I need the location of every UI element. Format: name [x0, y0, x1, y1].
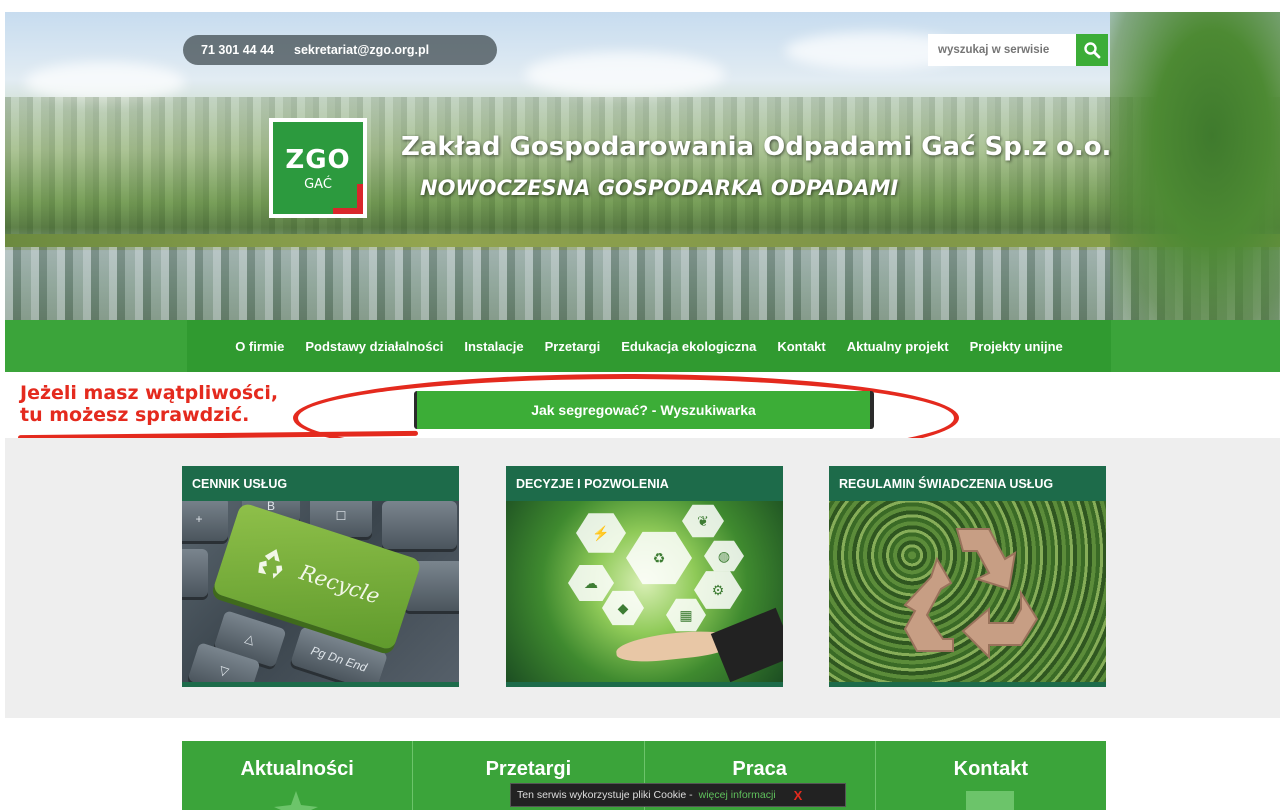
annotation-line-1: Jeżeli masz wątpliwości,	[20, 382, 279, 404]
cookie-notice: Ten serwis wykorzystuje pliki Cookie - w…	[510, 783, 846, 807]
gear-icon: ⚙	[694, 571, 742, 609]
keyboard-key	[382, 501, 457, 549]
recycle-icon	[258, 548, 283, 578]
site-logo[interactable]: ZGO GAĆ	[269, 118, 367, 218]
annotation-line-2: tu możesz sprawdzić.	[20, 404, 250, 426]
nav-item-instalacje[interactable]: Instalacje	[464, 339, 523, 354]
main-navigation: O firmie Podstawy działalności Instalacj…	[187, 320, 1111, 372]
tile-aktualnosci[interactable]: Aktualności	[182, 741, 414, 810]
lake-water	[5, 247, 1280, 320]
tile-kontakt[interactable]: Kontakt	[876, 741, 1106, 810]
nav-item-kontakt[interactable]: Kontakt	[777, 339, 825, 354]
nav-item-przetargi[interactable]: Przetargi	[545, 339, 601, 354]
card-title: DECYZJE I POZWOLENIA	[506, 466, 783, 501]
logo-mark: ZGO GAĆ	[273, 122, 363, 214]
card-footer-bar	[506, 682, 783, 687]
solar-panel-icon: ▦	[666, 598, 706, 632]
nav-item-podstawy-dzialalnosci[interactable]: Podstawy działalności	[305, 339, 443, 354]
recycle-icon	[903, 528, 1039, 660]
keyboard-recycle-image: + B ☐ △ ▽ Pg Dn End Recycle	[182, 501, 459, 682]
search-button[interactable]	[1076, 34, 1108, 66]
keyboard-key: +	[182, 501, 228, 541]
nav-item-o-firmie[interactable]: O firmie	[235, 339, 284, 354]
card-footer-bar	[829, 682, 1106, 687]
site-search	[928, 34, 1108, 66]
logo-red-corner	[333, 184, 363, 214]
recycle-key-label: Recycle	[296, 559, 383, 609]
cookie-text: Ten serwis wykorzystuje pliki Cookie -	[517, 789, 693, 801]
wind-turbine-icon: ⚡	[576, 513, 626, 553]
nav-item-aktualny-projekt[interactable]: Aktualny projekt	[847, 339, 949, 354]
main-navigation-bar: O firmie Podstawy działalności Instalacj…	[5, 320, 1280, 372]
water-drop-icon: ◆	[602, 590, 644, 626]
nav-item-edukacja-ekologiczna[interactable]: Edukacja ekologiczna	[621, 339, 756, 354]
page: 71 301 44 44 sekretariat@zgo.org.pl ZGO …	[0, 0, 1280, 810]
cloud-icon: ☁	[568, 565, 614, 601]
search-icon	[1084, 42, 1101, 59]
logo-subtext: GAĆ	[304, 176, 332, 192]
cookie-close-button[interactable]: X	[794, 788, 803, 803]
zgo-mini-logo	[965, 791, 1014, 810]
card-decyzje-i-pozwolenia[interactable]: DECYZJE I POZWOLENIA ⚡ ♻ ❦ ◍ ☁ ⚙ ◆ ▦	[506, 466, 783, 687]
treeline	[5, 97, 1280, 237]
foliage	[1110, 12, 1280, 320]
leaf-icon: ❦	[682, 504, 724, 538]
globe-icon: ◍	[704, 540, 744, 572]
annotation-note: Jeżeli masz wątpliwości, tu możesz spraw…	[20, 382, 278, 426]
site-title: Zakład Gospodarowania Odpadami Gać Sp.z …	[401, 132, 1112, 162]
email-address[interactable]: sekretariat@zgo.org.pl	[294, 43, 429, 57]
card-regulamin[interactable]: REGULAMIN ŚWIADCZENIA USŁUG	[829, 466, 1106, 687]
card-footer-bar	[182, 682, 459, 687]
cookie-more-info-link[interactable]: więcej informacji	[699, 789, 776, 801]
star-icon	[274, 791, 318, 810]
card-title: REGULAMIN ŚWIADCZENIA USŁUG	[829, 466, 1106, 501]
nav-item-projekty-unijne[interactable]: Projekty unijne	[970, 339, 1063, 354]
keyboard-key	[182, 549, 208, 597]
cloud	[525, 52, 725, 97]
search-input[interactable]	[928, 34, 1076, 66]
phone-number[interactable]: 71 301 44 44	[201, 43, 274, 57]
wooden-recycle-image	[829, 501, 1106, 682]
recycle-icon: ♻	[626, 531, 692, 585]
cloud	[25, 62, 185, 102]
suit-sleeve	[710, 607, 783, 682]
card-cennik-uslug[interactable]: CENNIK USŁUG + B ☐ △ ▽ Pg Dn End Recycle	[182, 466, 459, 687]
card-title: CENNIK USŁUG	[182, 466, 459, 501]
eco-icons-image: ⚡ ♻ ❦ ◍ ☁ ⚙ ◆ ▦	[506, 501, 783, 682]
logo-text: ZGO	[285, 144, 351, 175]
segregation-search-button[interactable]: Jak segregować? - Wyszukiwarka	[414, 391, 874, 429]
site-slogan: NOWOCZESNA GOSPODARKA ODPADAMI	[420, 176, 899, 200]
contact-info-bar: 71 301 44 44 sekretariat@zgo.org.pl	[183, 35, 497, 65]
